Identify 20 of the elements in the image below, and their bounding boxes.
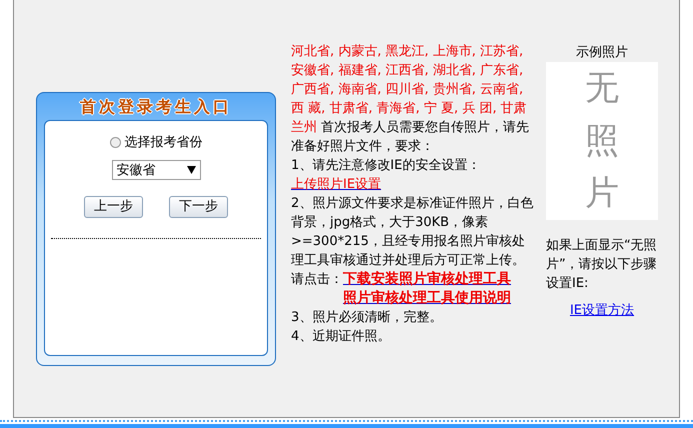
photo-caption: 示例照片 bbox=[575, 44, 629, 62]
download-link[interactable]: 下载安装照片审核处理工具 bbox=[343, 270, 511, 289]
hint-text: 如果上面显示“无照片”，请按以下步骤设置IE: bbox=[546, 237, 658, 293]
requirement-text: 1、请先注意修改IE的安全设置： bbox=[291, 158, 480, 173]
ie-settings-link[interactable]: IE设置方法 bbox=[570, 303, 634, 318]
step-button[interactable]: 上一步 bbox=[84, 196, 143, 218]
requirement-text: 4、近期证件照。 bbox=[291, 328, 392, 346]
caret-icon bbox=[186, 166, 196, 174]
no-photo-text: 无照片 bbox=[585, 66, 619, 216]
click-label: 请点击： bbox=[291, 271, 343, 289]
radio-button[interactable] bbox=[110, 137, 120, 148]
panel-title: 首次登录考生入口 bbox=[80, 97, 232, 116]
download-link[interactable]: 照片审核处理工具使用说明 bbox=[343, 289, 511, 308]
notice-paragraph: 河北省, 内蒙古, 黑龙江, 上海市, 江苏省, 安徽省, 福建省, 江西省, 湖北省, 广东省, 广西省, 海南省, 四川省, 贵州省, 云南省, 西 藏, 甘肃省, 青海省, 宁 夏, 兵 团, 甘肃兰州 首次报考人员需要您自传照片，请先准备好照片文件，要求： bbox=[291, 43, 530, 156]
radio-label: 选择报考省份 bbox=[124, 134, 202, 152]
requirement-text: 3、照片必须清晰，完整。 bbox=[291, 309, 444, 327]
ie-upload-settings-link[interactable]: 上传照片IE设置 bbox=[291, 177, 382, 192]
step-button[interactable]: 下一步 bbox=[169, 196, 228, 218]
province-select[interactable]: 安徽省 bbox=[112, 160, 200, 180]
requirement-text: 2、照片源文件要求是标准证件照片，白色背景，jpg格式，大于30KB，像素>=300*215，且经专用报名照片审核处理工具审核通过并处理后方可正常上传。 bbox=[291, 195, 534, 270]
